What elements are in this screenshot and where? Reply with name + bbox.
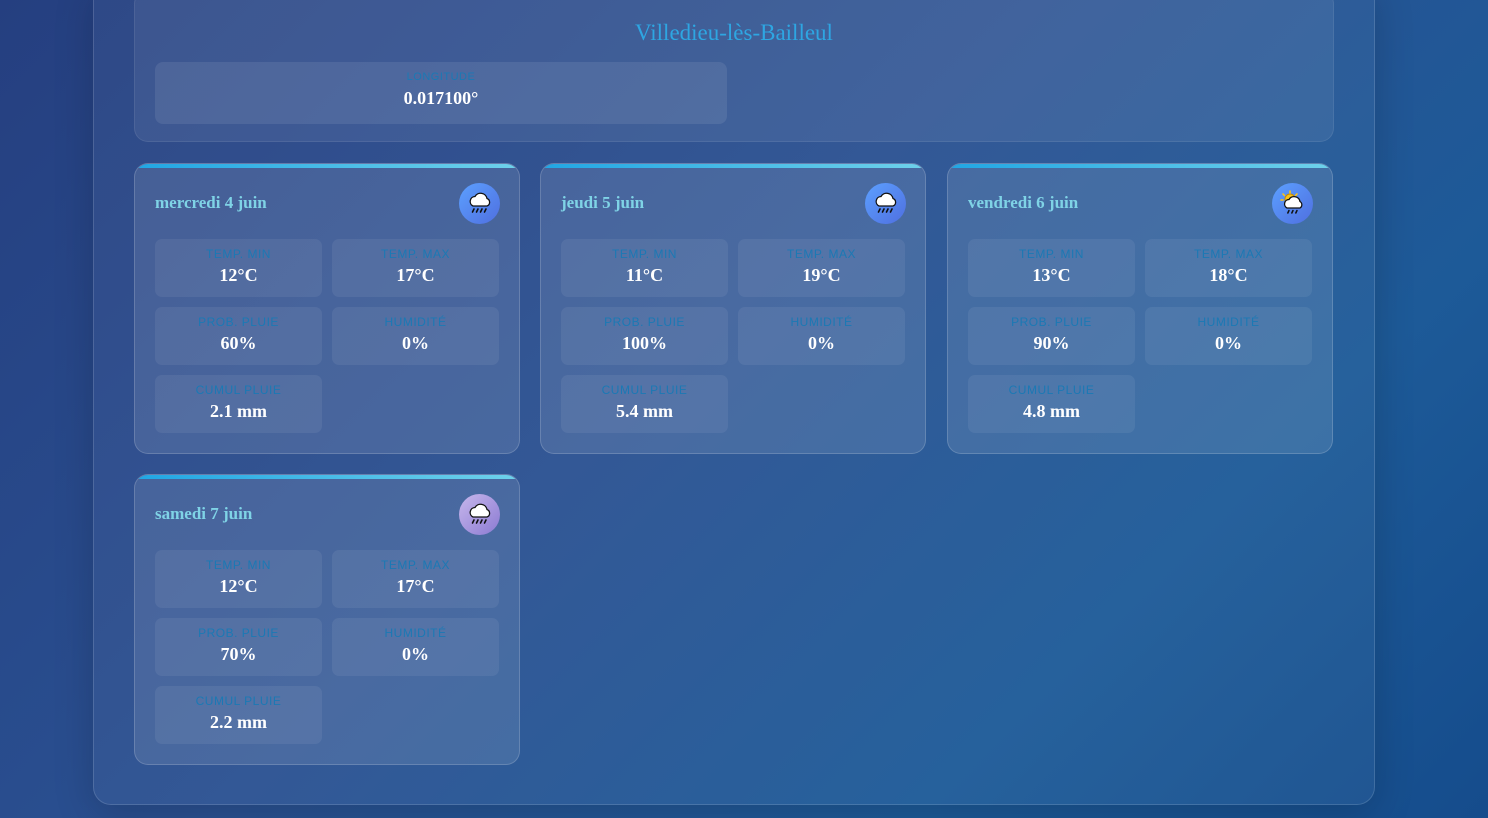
cumul-pluie-box: CUMUL PLUIE 2.2 mm — [155, 686, 322, 744]
humidite-box: HUMIDITÉ 0% — [332, 618, 499, 676]
longitude-value: 0.017100° — [403, 88, 479, 108]
prob-pluie-box: PROB. PLUIE 70% — [155, 618, 322, 676]
cumul-pluie-box: CUMUL PLUIE 5.4 mm — [561, 375, 728, 433]
day-card-vendredi: vendredi 6 juin TEMP. MIN 13°C TEMP. MAX… — [947, 163, 1333, 454]
humidite-box: HUMIDITÉ 0% — [332, 307, 499, 365]
humidite-value: 0% — [402, 333, 429, 353]
temp-min-label: TEMP. MIN — [612, 247, 677, 261]
day-title: mercredi 4 juin — [155, 193, 267, 212]
location-card: Villedieu-lès-Bailleul LONGITUDE 0.01710… — [134, 0, 1334, 142]
rain-cloud-icon — [865, 183, 906, 224]
prob-pluie-box: PROB. PLUIE 60% — [155, 307, 322, 365]
humidite-value: 0% — [1215, 333, 1242, 353]
temp-max-value: 17°C — [396, 576, 435, 596]
sun-rain-cloud-icon — [1272, 183, 1313, 224]
longitude-box: LONGITUDE 0.017100° — [155, 62, 727, 124]
cumul-pluie-label: CUMUL PLUIE — [195, 383, 282, 397]
cumul-pluie-value: 2.1 mm — [210, 401, 267, 421]
prob-pluie-value: 90% — [1033, 333, 1070, 353]
humidite-box: HUMIDITÉ 0% — [1145, 307, 1312, 365]
prob-pluie-value: 100% — [622, 333, 667, 353]
day-title: samedi 7 juin — [155, 504, 253, 523]
cumul-pluie-value: 4.8 mm — [1023, 401, 1080, 421]
temp-max-label: TEMP. MAX — [1194, 247, 1263, 261]
day-card-jeudi: jeudi 5 juin TEMP. MIN 11°C TEMP. MAX 19… — [540, 163, 926, 454]
longitude-label: LONGITUDE — [406, 71, 476, 83]
humidite-label: HUMIDITÉ — [384, 315, 447, 329]
temp-max-box: TEMP. MAX 18°C — [1145, 239, 1312, 297]
humidite-label: HUMIDITÉ — [384, 626, 447, 640]
prob-pluie-label: PROB. PLUIE — [198, 626, 279, 640]
cumul-pluie-box: CUMUL PLUIE 4.8 mm — [968, 375, 1135, 433]
temp-max-label: TEMP. MAX — [381, 247, 450, 261]
cumul-pluie-label: CUMUL PLUIE — [1008, 383, 1095, 397]
temp-max-label: TEMP. MAX — [787, 247, 856, 261]
temp-min-box: TEMP. MIN 12°C — [155, 550, 322, 608]
prob-pluie-label: PROB. PLUIE — [1011, 315, 1092, 329]
day-title: jeudi 5 juin — [561, 193, 645, 212]
temp-min-label: TEMP. MIN — [1019, 247, 1084, 261]
day-title: vendredi 6 juin — [968, 193, 1079, 212]
temp-min-value: 13°C — [1032, 265, 1071, 285]
prob-pluie-box: PROB. PLUIE 100% — [561, 307, 728, 365]
temp-max-value: 17°C — [396, 265, 435, 285]
cumul-pluie-value: 2.2 mm — [210, 712, 267, 732]
temp-min-value: 12°C — [219, 576, 258, 596]
prob-pluie-value: 70% — [220, 644, 257, 664]
temp-max-label: TEMP. MAX — [381, 558, 450, 572]
temp-min-box: TEMP. MIN 11°C — [561, 239, 728, 297]
cumul-pluie-value: 5.4 mm — [616, 401, 673, 421]
temp-max-box: TEMP. MAX 17°C — [332, 239, 499, 297]
temp-min-label: TEMP. MIN — [206, 558, 271, 572]
humidite-label: HUMIDITÉ — [1197, 315, 1260, 329]
rain-cloud-icon — [459, 183, 500, 224]
temp-max-box: TEMP. MAX 19°C — [738, 239, 905, 297]
cumul-pluie-label: CUMUL PLUIE — [601, 383, 688, 397]
cumul-pluie-box: CUMUL PLUIE 2.1 mm — [155, 375, 322, 433]
temp-min-value: 12°C — [219, 265, 258, 285]
temp-max-value: 18°C — [1209, 265, 1248, 285]
location-title: Villedieu-lès-Bailleul — [635, 20, 833, 45]
temp-max-value: 19°C — [802, 265, 841, 285]
temp-min-value: 11°C — [625, 265, 664, 285]
humidite-value: 0% — [402, 644, 429, 664]
humidite-value: 0% — [808, 333, 835, 353]
humidite-box: HUMIDITÉ 0% — [738, 307, 905, 365]
temp-min-label: TEMP. MIN — [206, 247, 271, 261]
prob-pluie-label: PROB. PLUIE — [198, 315, 279, 329]
rain-cloud-icon — [459, 494, 500, 535]
cumul-pluie-label: CUMUL PLUIE — [195, 694, 282, 708]
day-card-samedi: samedi 7 juin TEMP. MIN 12°C TEMP. MAX 1… — [134, 474, 520, 765]
temp-max-box: TEMP. MAX 17°C — [332, 550, 499, 608]
prob-pluie-value: 60% — [220, 333, 257, 353]
prob-pluie-label: PROB. PLUIE — [604, 315, 685, 329]
day-card-mercredi: mercredi 4 juin TEMP. MIN 12°C TEMP. MAX… — [134, 163, 520, 454]
humidite-label: HUMIDITÉ — [790, 315, 853, 329]
temp-min-box: TEMP. MIN 12°C — [155, 239, 322, 297]
prob-pluie-box: PROB. PLUIE 90% — [968, 307, 1135, 365]
temp-min-box: TEMP. MIN 13°C — [968, 239, 1135, 297]
